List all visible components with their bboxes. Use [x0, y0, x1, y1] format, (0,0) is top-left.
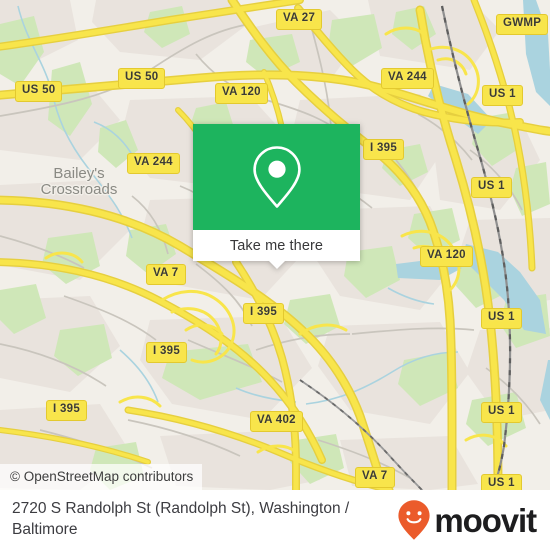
location-popup-card[interactable]: Take me there	[193, 124, 360, 269]
moovit-pin-icon	[398, 500, 431, 540]
shield-va-7-left: VA 7	[146, 264, 186, 285]
shield-us-1-mid: US 1	[481, 308, 522, 329]
shield-us-1-bottom: US 1	[481, 474, 522, 490]
take-me-there-button[interactable]: Take me there	[193, 230, 360, 261]
map-pin-icon	[252, 146, 301, 208]
shield-us-1-upper: US 1	[471, 177, 512, 198]
shield-va-120-right: VA 120	[420, 246, 473, 267]
shield-va-244-top: VA 244	[381, 68, 434, 89]
take-me-there-label: Take me there	[229, 237, 324, 254]
shield-i-395-mid: I 395	[243, 303, 285, 324]
moovit-logo[interactable]: moovit	[397, 499, 537, 541]
shield-gwmp: GWMP	[496, 14, 549, 35]
shield-va-244-left: VA 244	[127, 153, 180, 174]
shield-us-50-left: US 50	[15, 81, 63, 102]
shield-i-395-bottom: I 395	[46, 400, 88, 421]
shield-i-395-left: I 395	[146, 342, 188, 363]
moovit-map-screenshot: Bailey's Crossroads VA 27 GWMP US 50 US …	[0, 0, 550, 550]
popup-tail	[267, 260, 286, 269]
osm-attribution[interactable]: © OpenStreetMap contributors	[0, 463, 203, 490]
shield-va-120-top: VA 120	[215, 83, 268, 104]
shield-va-27: VA 27	[276, 9, 323, 30]
shield-va-7-bottom: VA 7	[355, 467, 395, 488]
location-title: 2720 S Randolph St (Randolph St), Washin…	[12, 500, 350, 538]
footer-bar: 2720 S Randolph St (Randolph St), Washin…	[0, 490, 550, 550]
shield-i-395-top: I 395	[363, 139, 405, 160]
shield-us-1-lower: US 1	[481, 402, 522, 423]
popup-image-area	[193, 124, 360, 230]
shield-va-402: VA 402	[250, 411, 303, 432]
shield-us-1-top: US 1	[482, 85, 523, 106]
shield-us-50-mid: US 50	[118, 68, 166, 89]
moovit-wordmark: moovit	[434, 501, 537, 539]
